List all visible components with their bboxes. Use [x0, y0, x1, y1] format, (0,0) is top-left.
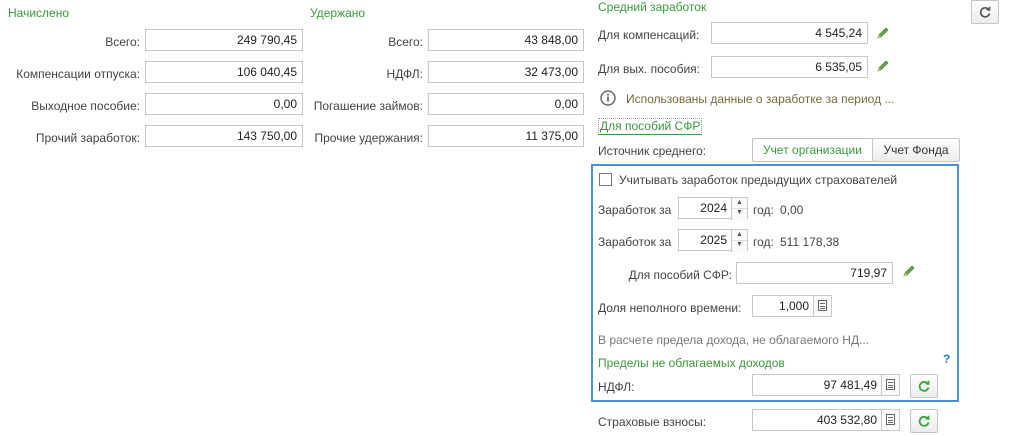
severance-field[interactable]: 0,00	[145, 93, 303, 115]
year2-suffix: год:	[753, 235, 774, 249]
accrued-total-field[interactable]: 249 790,45	[145, 29, 303, 51]
vacation-compensation-label: Компенсации отпуска:	[16, 67, 140, 81]
insurance-contributions-field[interactable]: 403 532,80	[752, 409, 900, 431]
loan-repayment-field[interactable]: 0,00	[428, 93, 584, 115]
other-deductions-label: Прочие удержания:	[314, 131, 424, 145]
year1-stepper[interactable]: ▲ ▼	[731, 198, 747, 220]
compensation-field[interactable]: 4 545,24	[711, 22, 868, 44]
insurance-contributions-value: 403 532,80	[816, 413, 877, 427]
loan-repayment-label: Погашение займов:	[313, 99, 423, 113]
ndfl-limit-refresh-button[interactable]	[910, 374, 938, 398]
year2-input[interactable]: 2025 ▲ ▼	[678, 229, 748, 252]
part-time-calculator-icon[interactable]	[813, 296, 831, 316]
year2-value: 2025	[700, 233, 727, 247]
sfr-benefit-label: Для пособий СФР:	[628, 268, 732, 282]
refresh-form-button[interactable]	[971, 0, 999, 24]
sfr-benefit-field[interactable]: 719,97	[736, 262, 893, 284]
ndfl-limit-field[interactable]: 97 481,49	[752, 374, 900, 396]
ndfl-limit-label: НДФЛ:	[598, 380, 635, 394]
ndfl-withheld-label: НДФЛ:	[386, 67, 423, 81]
accrued-total-label: Всего:	[105, 35, 140, 49]
part-time-value: 1,000	[778, 299, 809, 313]
severance-label: Выходное пособие:	[31, 99, 140, 113]
ndfl-limit-value: 97 481,49	[823, 378, 877, 392]
untaxed-limits-header: Пределы не облагаемых доходов	[598, 356, 785, 370]
other-earnings-field[interactable]: 143 750,00	[145, 125, 303, 147]
earnings-period-info-link[interactable]: Использованы данные о заработке за перио…	[626, 92, 894, 106]
refresh-icon	[918, 415, 930, 427]
edit-sfr-benefit-pencil-icon[interactable]	[902, 264, 916, 278]
part-time-field[interactable]: 1,000	[752, 295, 832, 317]
insurance-contributions-label: Страховые взносы:	[598, 415, 707, 429]
earnings-year1-label: Заработок за	[598, 203, 672, 217]
income-limit-note-link[interactable]: В расчете предела дохода, не облагаемого…	[598, 333, 869, 347]
source-fund-label: Учет Фонда	[883, 143, 949, 157]
accrued-header: Начислено	[8, 6, 70, 20]
severance-average-label: Для вых. пособия:	[598, 62, 701, 76]
average-source-label: Источник среднего:	[598, 144, 707, 158]
year1-value: 2024	[700, 201, 727, 215]
withheld-total-label: Всего:	[388, 35, 423, 49]
prev-insurers-label[interactable]: Учитывать заработок предыдущих страховат…	[619, 173, 897, 187]
other-earnings-label: Прочий заработок:	[35, 131, 140, 145]
other-deductions-field[interactable]: 11 375,00	[428, 125, 584, 147]
prev-insurers-checkbox[interactable]	[599, 173, 612, 186]
average-earnings-header: Средний заработок	[598, 0, 707, 14]
earnings-year2-label: Заработок за	[598, 235, 672, 249]
refresh-icon	[918, 380, 930, 392]
help-icon[interactable]: ?	[943, 352, 950, 366]
insurance-refresh-button[interactable]	[910, 409, 938, 433]
ndfl-withheld-field[interactable]: 32 473,00	[428, 61, 584, 83]
source-organization-label: Учет организации	[763, 143, 862, 157]
edit-compensation-pencil-icon[interactable]	[876, 26, 890, 40]
compensation-label: Для компенсаций:	[598, 28, 700, 42]
refresh-icon	[979, 6, 991, 18]
insurance-calculator-icon[interactable]	[881, 410, 899, 430]
ndfl-limit-calculator-icon[interactable]	[881, 375, 899, 395]
withheld-header: Удержано	[310, 6, 366, 20]
sfr-benefits-link[interactable]: Для пособий СФР	[598, 118, 703, 135]
year1-suffix: год:	[753, 203, 774, 217]
info-icon	[600, 90, 616, 106]
source-organization-tab[interactable]: Учет организации	[752, 138, 873, 162]
source-fund-tab[interactable]: Учет Фонда	[872, 138, 960, 162]
year2-stepper[interactable]: ▲ ▼	[731, 230, 747, 252]
vacation-compensation-field[interactable]: 106 040,45	[145, 61, 303, 83]
withheld-total-field[interactable]: 43 848,00	[428, 29, 584, 51]
severance-average-field[interactable]: 6 535,05	[711, 56, 868, 78]
year1-amount: 0,00	[780, 203, 804, 217]
part-time-label: Доля неполного времени:	[598, 301, 742, 315]
edit-severance-pencil-icon[interactable]	[876, 59, 890, 73]
year2-amount: 511 178,38	[780, 235, 840, 249]
year1-input[interactable]: 2024 ▲ ▼	[678, 197, 748, 220]
